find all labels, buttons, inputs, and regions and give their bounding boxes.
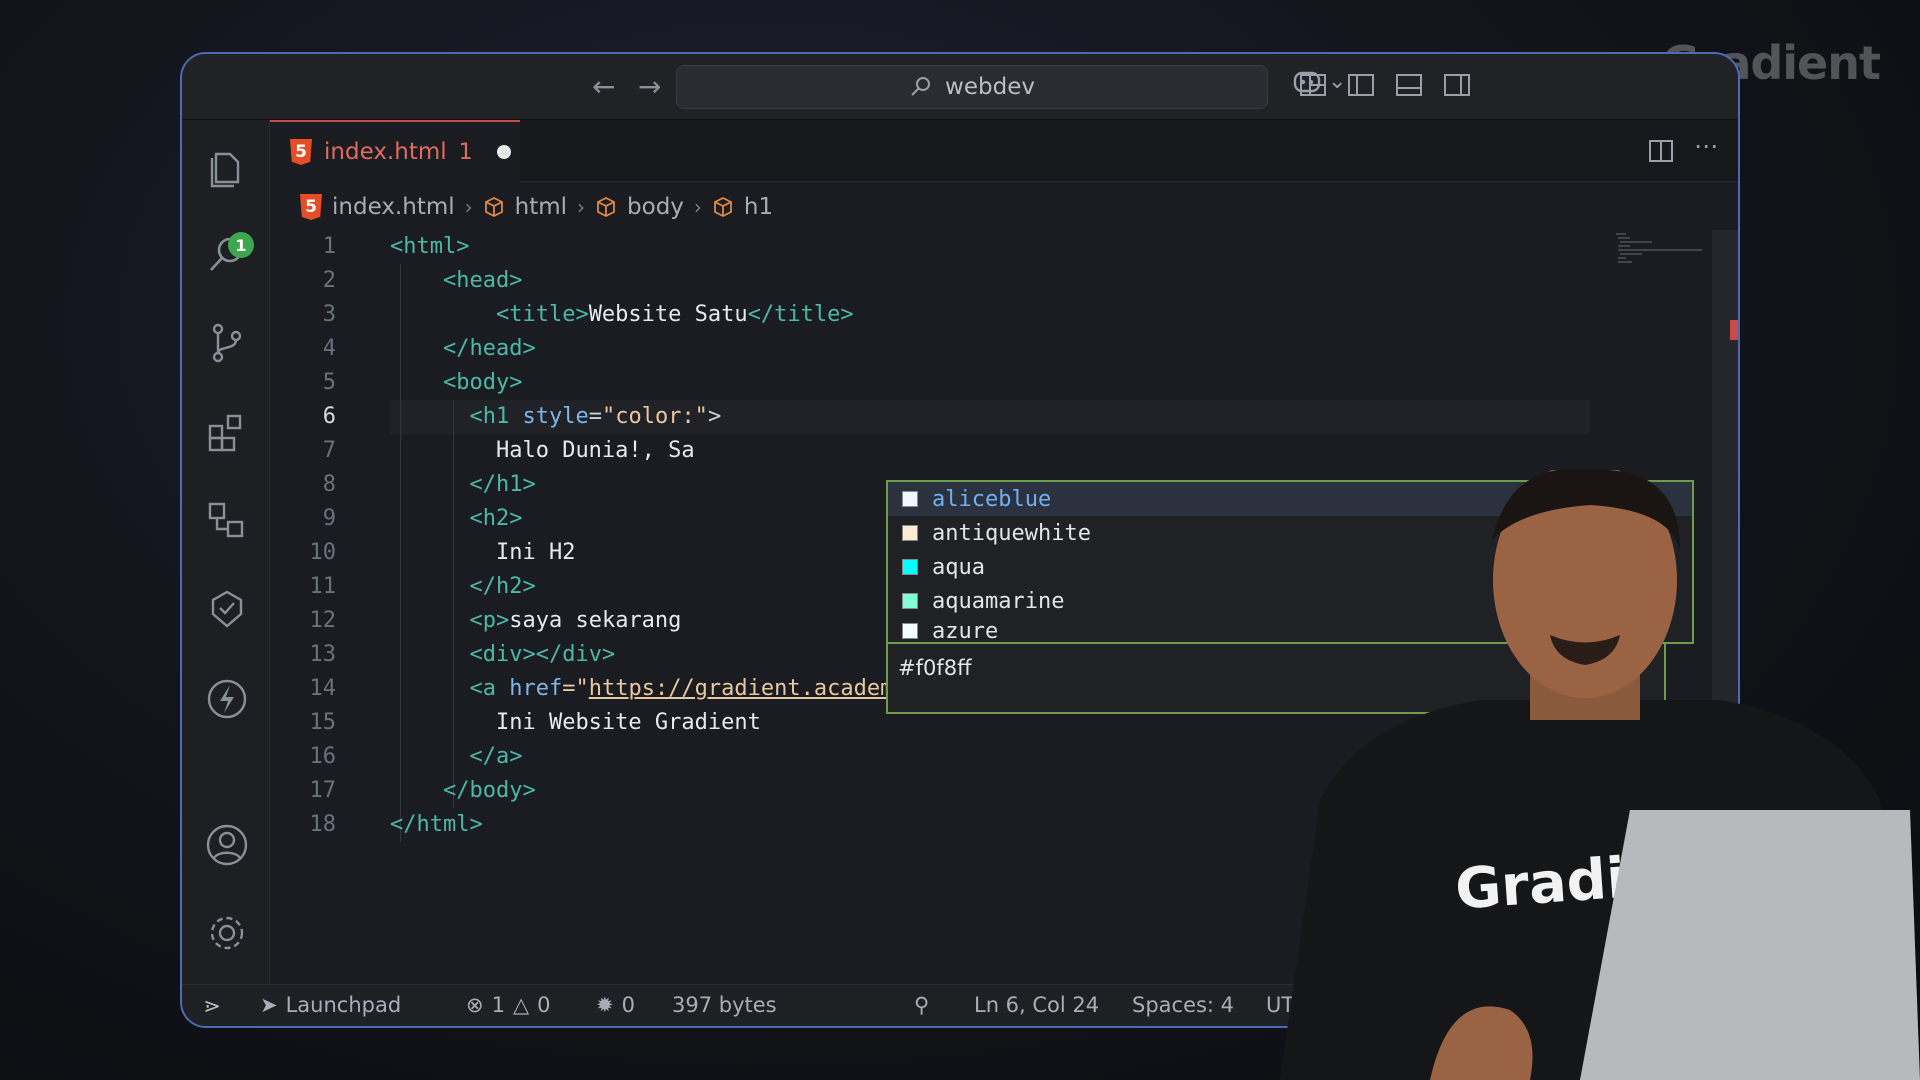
extensions-icon[interactable] xyxy=(204,410,250,456)
html5-icon: 5 xyxy=(290,139,312,165)
account-icon[interactable] xyxy=(204,822,250,868)
testing-icon[interactable] xyxy=(204,586,250,632)
remote-explorer-icon[interactable] xyxy=(204,498,250,544)
title-bar: ← → webdev ⌄ xyxy=(182,54,1738,120)
arrow-right-icon[interactable]: → xyxy=(638,70,661,103)
indentation[interactable]: Spaces: 4 xyxy=(1132,993,1234,1017)
element-icon xyxy=(483,196,505,218)
gear-icon[interactable] xyxy=(204,910,250,956)
code-line-7: 7 Halo Dunia!, Sa xyxy=(270,434,1570,468)
code-line-2: 2 <head> xyxy=(270,264,1570,298)
activity-bar: 1 xyxy=(182,120,270,988)
element-icon xyxy=(595,196,617,218)
tab-problem-count: 1 xyxy=(459,140,473,165)
sidebar-left-icon[interactable] xyxy=(1344,68,1378,102)
tab-index-html[interactable]: 5 index.html 1 xyxy=(270,120,520,182)
command-center-search[interactable]: webdev xyxy=(676,65,1268,109)
editor-tab-bar: 5 index.html 1 ⋯ xyxy=(270,120,1738,182)
chevron-right-icon: › xyxy=(465,195,473,219)
breadcrumb: 5 index.html › html › body › h1 xyxy=(300,190,773,224)
antenna-icon: ✹ xyxy=(596,993,614,1017)
chevron-right-icon: › xyxy=(694,195,702,219)
color-swatch xyxy=(902,525,918,541)
chevron-right-icon: › xyxy=(577,195,585,219)
tab-title: index.html xyxy=(324,139,447,165)
code-line-4: 4 </head> xyxy=(270,332,1570,366)
explorer-badge: 1 xyxy=(228,232,254,258)
breadcrumb-file[interactable]: index.html xyxy=(332,194,455,220)
ports-item[interactable]: ✹ 0 xyxy=(596,993,635,1017)
split-editor-icon[interactable] xyxy=(1646,136,1676,166)
source-control-icon[interactable] xyxy=(204,320,250,366)
color-swatch xyxy=(902,593,918,609)
warning-icon: △ xyxy=(513,993,529,1017)
search-text: webdev xyxy=(945,74,1035,100)
html5-icon: 5 xyxy=(300,194,322,220)
code-line-3: 3 <title>Website Satu</title> xyxy=(270,298,1570,332)
launchpad-item[interactable]: ➤ Launchpad xyxy=(260,993,401,1017)
unsaved-dot-icon[interactable] xyxy=(497,145,511,159)
cursor-position[interactable]: Ln 6, Col 24 xyxy=(974,993,1099,1017)
explorer-icon[interactable] xyxy=(204,144,250,190)
remote-indicator[interactable]: ⋗ xyxy=(182,985,242,1027)
color-swatch xyxy=(902,491,918,507)
code-line-6: 6 <h1 style="color:"> xyxy=(270,400,1570,434)
error-icon: ⊗ xyxy=(466,993,484,1017)
breadcrumb-body[interactable]: body xyxy=(627,194,684,220)
layout-icon[interactable] xyxy=(1296,68,1330,102)
minimap[interactable] xyxy=(1612,230,1722,290)
breadcrumb-html[interactable]: html xyxy=(515,194,567,220)
element-icon xyxy=(712,196,734,218)
href-link[interactable]: https://gradient.academy xyxy=(589,676,907,701)
thunder-client-icon[interactable] xyxy=(204,676,250,722)
search-icon xyxy=(909,75,933,99)
panel-icon[interactable] xyxy=(1392,68,1426,102)
arrow-left-icon[interactable]: ← xyxy=(592,70,615,103)
error-marker xyxy=(1730,320,1738,340)
zoom-icon[interactable]: ⚲ xyxy=(914,993,929,1017)
color-swatch xyxy=(902,623,918,639)
presenter-photo: Gradient xyxy=(1280,470,1920,1080)
color-swatch xyxy=(902,559,918,575)
breadcrumb-h1[interactable]: h1 xyxy=(744,194,773,220)
sidebar-right-icon[interactable] xyxy=(1440,68,1474,102)
remote-icon: ⋗ xyxy=(203,994,221,1018)
code-line-1: 1<html> xyxy=(270,230,1570,264)
code-line-5: 5 <body> xyxy=(270,366,1570,400)
file-size: 397 bytes xyxy=(672,993,777,1017)
rocket-icon: ➤ xyxy=(260,993,278,1017)
problems-item[interactable]: ⊗ 1 △ 0 xyxy=(466,993,551,1017)
more-actions-icon[interactable]: ⋯ xyxy=(1694,132,1718,160)
